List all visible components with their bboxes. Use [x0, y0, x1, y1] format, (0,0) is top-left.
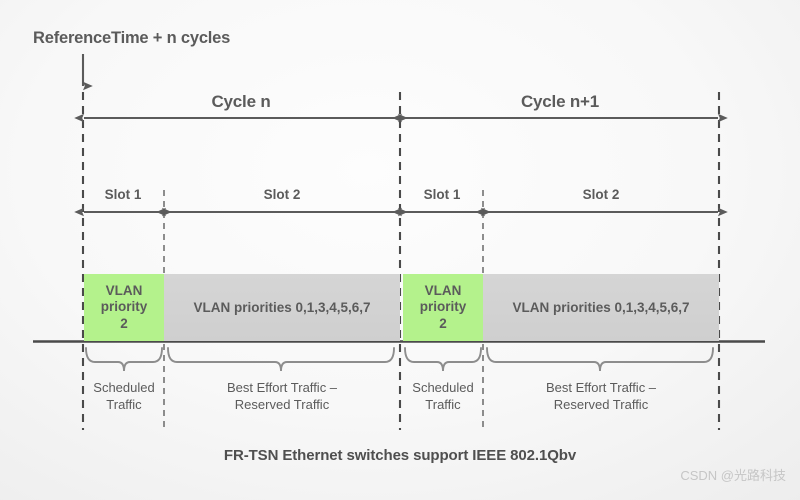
block-line-priority: priority — [419, 299, 467, 315]
best-effort-block-cycle-n1: VLAN priorities 0,1,3,4,5,6,7 — [483, 274, 719, 341]
slot-label-cycle-n-slot-2: Slot 2 — [263, 187, 301, 202]
block-line-vlan: VLAN — [424, 282, 462, 298]
traffic-label-line1: Scheduled — [412, 380, 474, 395]
diagram-caption: FR-TSN Ethernet switches support IEEE 80… — [223, 447, 577, 464]
traffic-label-line1: Best Effort Traffic – — [545, 380, 657, 395]
traffic-label-line2: Traffic — [106, 396, 142, 412]
block-line-priority: priority — [100, 299, 148, 315]
slot-label-cycle-n-slot-1: Slot 1 — [104, 187, 142, 202]
traffic-label-line2: Traffic — [425, 396, 461, 412]
block-label: VLAN priorities 0,1,3,4,5,6,7 — [193, 300, 371, 315]
tsn-qbv-timing-diagram: ReferenceTime + n cycles Cycle n Cycle n… — [0, 0, 800, 500]
cycle-label-n-plus-1: Cycle n+1 — [520, 92, 600, 111]
traffic-label-line2: Reserved Traffic — [234, 396, 330, 412]
diagram-vector-layer — [33, 54, 765, 430]
scheduled-traffic-block-cycle-n: VLAN priority 2 — [84, 274, 164, 341]
scheduled-traffic-block-cycle-n1: VLAN priority 2 — [403, 274, 483, 341]
best-effort-block-cycle-n: VLAN priorities 0,1,3,4,5,6,7 — [164, 274, 400, 341]
block-label: VLAN priorities 0,1,3,4,5,6,7 — [512, 300, 690, 315]
slot-label-cycle-n1-slot-2: Slot 2 — [582, 187, 620, 202]
reference-time-label: ReferenceTime + n cycles — [33, 29, 231, 47]
cycle-label-n: Cycle n — [211, 92, 271, 111]
block-line-vlan: VLAN — [105, 282, 143, 298]
traffic-label-line2: Reserved Traffic — [553, 396, 649, 412]
traffic-label-best-effort-cycle-n: Best Effort Traffic – Reserved Traffic — [227, 380, 337, 413]
traffic-label-line1: Scheduled — [93, 380, 155, 395]
traffic-label-scheduled-cycle-n1: Scheduled Traffic — [412, 380, 473, 413]
block-line-value: 2 — [439, 315, 447, 331]
block-line-value: 2 — [120, 315, 128, 331]
traffic-label-line1: Best Effort Traffic – — [226, 380, 338, 395]
traffic-label-scheduled-cycle-n: Scheduled Traffic — [93, 380, 154, 413]
watermark: CSDN @光路科技 — [680, 468, 786, 483]
traffic-label-best-effort-cycle-n1: Best Effort Traffic – Reserved Traffic — [546, 380, 656, 413]
slot-label-cycle-n1-slot-1: Slot 1 — [423, 187, 461, 202]
